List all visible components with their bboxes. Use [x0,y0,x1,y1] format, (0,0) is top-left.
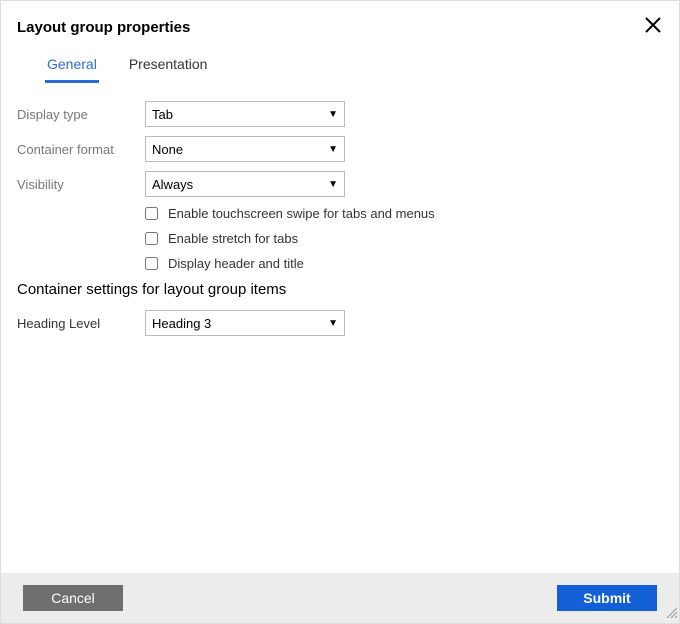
checkbox-stretch-label: Enable stretch for tabs [168,231,298,246]
section-container-settings: Container settings for layout group item… [17,281,663,298]
tab-general[interactable]: General [45,50,99,83]
chevron-down-icon: ▼ [328,179,338,190]
select-display-type-value: Tab [152,107,173,122]
select-container-format[interactable]: None ▼ [145,136,345,162]
label-container-format: Container format [17,142,145,157]
chevron-down-icon: ▼ [328,318,338,329]
select-heading-level-value: Heading 3 [152,316,211,331]
checkbox-stretch[interactable] [145,232,158,245]
chevron-down-icon: ▼ [328,109,338,120]
submit-button[interactable]: Submit [557,585,657,611]
close-icon[interactable] [643,15,663,40]
label-visibility: Visibility [17,177,145,192]
select-heading-level[interactable]: Heading 3 ▼ [145,310,345,336]
dialog-footer: Cancel Submit [1,573,679,623]
select-display-type[interactable]: Tab ▼ [145,101,345,127]
label-display-type: Display type [17,107,145,122]
label-heading-level: Heading Level [17,316,145,331]
checkbox-header-title[interactable] [145,257,158,270]
checkbox-swipe[interactable] [145,207,158,220]
dialog-title: Layout group properties [17,19,190,36]
select-visibility[interactable]: Always ▼ [145,171,345,197]
checkbox-swipe-label: Enable touchscreen swipe for tabs and me… [168,206,435,221]
select-container-format-value: None [152,142,183,157]
tab-bar: General Presentation [1,50,679,83]
select-visibility-value: Always [152,177,193,192]
tab-presentation[interactable]: Presentation [127,50,210,83]
chevron-down-icon: ▼ [328,144,338,155]
cancel-button[interactable]: Cancel [23,585,123,611]
checkbox-header-title-label: Display header and title [168,256,304,271]
